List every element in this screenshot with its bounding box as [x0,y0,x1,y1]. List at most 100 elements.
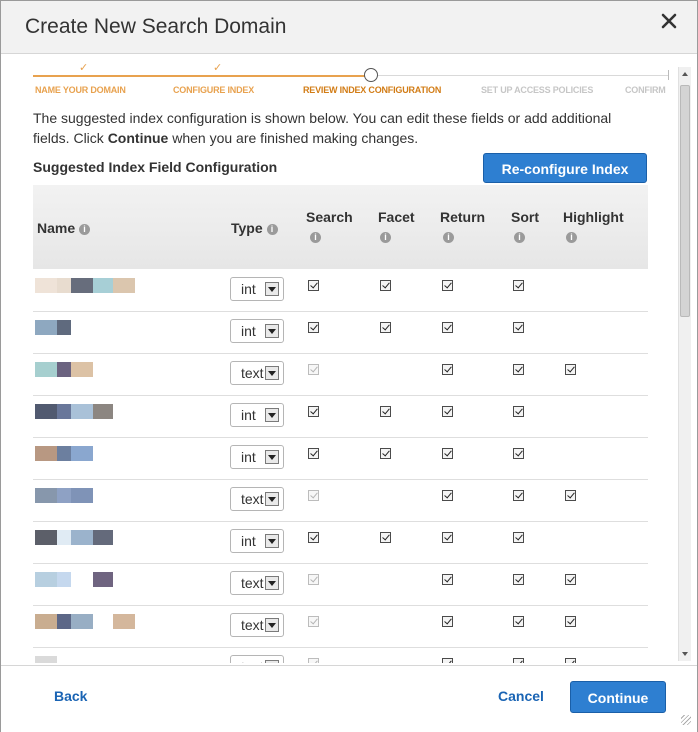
sort-checkbox[interactable] [513,364,524,375]
sort-checkbox[interactable] [513,658,524,663]
wizard-steps: ✓ ✓ NAME YOUR DOMAIN CONFIGURE INDEX REV… [33,61,669,99]
return-checkbox[interactable] [442,364,453,375]
highlight-checkbox[interactable] [565,616,576,627]
return-checkbox[interactable] [442,658,453,663]
field-name-redacted [35,404,113,419]
dropdown-arrow-icon [265,408,279,422]
highlight-checkbox[interactable] [565,658,576,663]
return-checkbox[interactable] [442,574,453,585]
return-checkbox[interactable] [442,490,453,501]
return-checkbox[interactable] [442,448,453,459]
type-select[interactable]: int [230,529,284,553]
field-name-redacted [35,320,71,335]
facet-checkbox[interactable] [380,532,391,543]
type-select[interactable]: int [230,277,284,301]
type-select[interactable]: int [230,403,284,427]
dialog-title: Create New Search Domain [25,15,287,38]
highlight-checkbox[interactable] [565,490,576,501]
highlight-checkbox[interactable] [565,574,576,585]
sort-checkbox[interactable] [513,280,524,291]
return-checkbox[interactable] [442,322,453,333]
intro-line2-pre: fields. Click [33,130,108,146]
sort-checkbox[interactable] [513,616,524,627]
facet-checkbox[interactable] [380,280,391,291]
step-confirm: CONFIRM [625,85,666,95]
type-select-value: int [241,281,256,297]
back-link[interactable]: Back [54,688,87,704]
scroll-thumb[interactable] [680,85,690,317]
create-search-domain-dialog: Create New Search Domain ✓ ✓ NAME YOUR D… [0,0,698,732]
type-select[interactable]: int [230,319,284,343]
search-checkbox[interactable] [308,280,319,291]
type-select[interactable]: text [230,361,284,385]
sort-checkbox[interactable] [513,322,524,333]
field-name-redacted [35,656,57,663]
sort-checkbox[interactable] [513,448,524,459]
scroll-up-arrow-icon[interactable] [679,67,691,81]
section-title: Suggested Index Field Configuration [33,159,278,175]
search-checkbox[interactable] [308,322,319,333]
type-select-value: text [241,617,264,633]
facet-checkbox[interactable] [380,448,391,459]
table-row: int [33,311,648,354]
table-header: Name i Type i Search i Facet i Return i … [33,185,648,269]
type-select-value: int [241,533,256,549]
type-select[interactable]: int [230,445,284,469]
scroll-down-arrow-icon[interactable] [679,647,691,661]
type-select-value: text [241,365,264,381]
cancel-link[interactable]: Cancel [498,688,544,704]
return-checkbox[interactable] [442,532,453,543]
sort-checkbox[interactable] [513,532,524,543]
type-select[interactable]: text [230,487,284,511]
return-checkbox[interactable] [442,616,453,627]
vertical-scrollbar[interactable] [678,67,691,661]
table-row: int [33,395,648,438]
type-select[interactable]: text [230,571,284,595]
header-highlight: Highlight [563,209,624,225]
resize-grip-icon[interactable] [681,715,691,725]
field-name-redacted [35,530,113,545]
info-icon[interactable]: i [514,232,525,243]
sort-checkbox[interactable] [513,574,524,585]
intro-continue-bold: Continue [107,130,169,146]
return-checkbox[interactable] [442,280,453,291]
field-name-redacted [35,572,113,587]
type-select-value: text [241,575,264,591]
type-select[interactable]: text [230,655,284,663]
highlight-checkbox[interactable] [565,364,576,375]
info-icon[interactable]: i [79,223,91,235]
close-icon[interactable] [661,13,677,29]
info-icon[interactable]: i [566,232,577,243]
field-name-redacted [35,614,135,629]
dropdown-arrow-icon [265,660,279,663]
index-field-table: Name i Type i Search i Facet i Return i … [33,185,648,663]
field-name-redacted [35,278,135,293]
table-row: text [33,353,648,396]
field-name-redacted [35,362,93,377]
info-icon[interactable]: i [266,223,278,235]
dialog-titlebar: Create New Search Domain [1,1,697,54]
info-icon[interactable]: i [380,232,391,243]
sort-checkbox[interactable] [513,490,524,501]
step-check-icon: ✓ [213,62,223,74]
facet-checkbox[interactable] [380,406,391,417]
field-name-redacted [35,446,93,461]
search-checkbox[interactable] [308,532,319,543]
reconfigure-index-button[interactable]: Re-configure Index [483,153,647,183]
continue-button[interactable]: Continue [570,681,666,713]
current-step-circle-icon [364,68,378,82]
table-row: text [33,479,648,522]
facet-checkbox[interactable] [380,322,391,333]
info-icon[interactable]: i [310,232,321,243]
header-search: Search [306,209,353,225]
search-checkbox[interactable] [308,448,319,459]
sort-checkbox[interactable] [513,406,524,417]
search-checkbox[interactable] [308,406,319,417]
info-icon[interactable]: i [443,232,454,243]
type-select[interactable]: text [230,613,284,637]
search-checkbox [308,364,319,375]
return-checkbox[interactable] [442,406,453,417]
dropdown-arrow-icon [265,576,279,590]
steps-progress [33,75,365,77]
header-return: Return [440,209,486,225]
